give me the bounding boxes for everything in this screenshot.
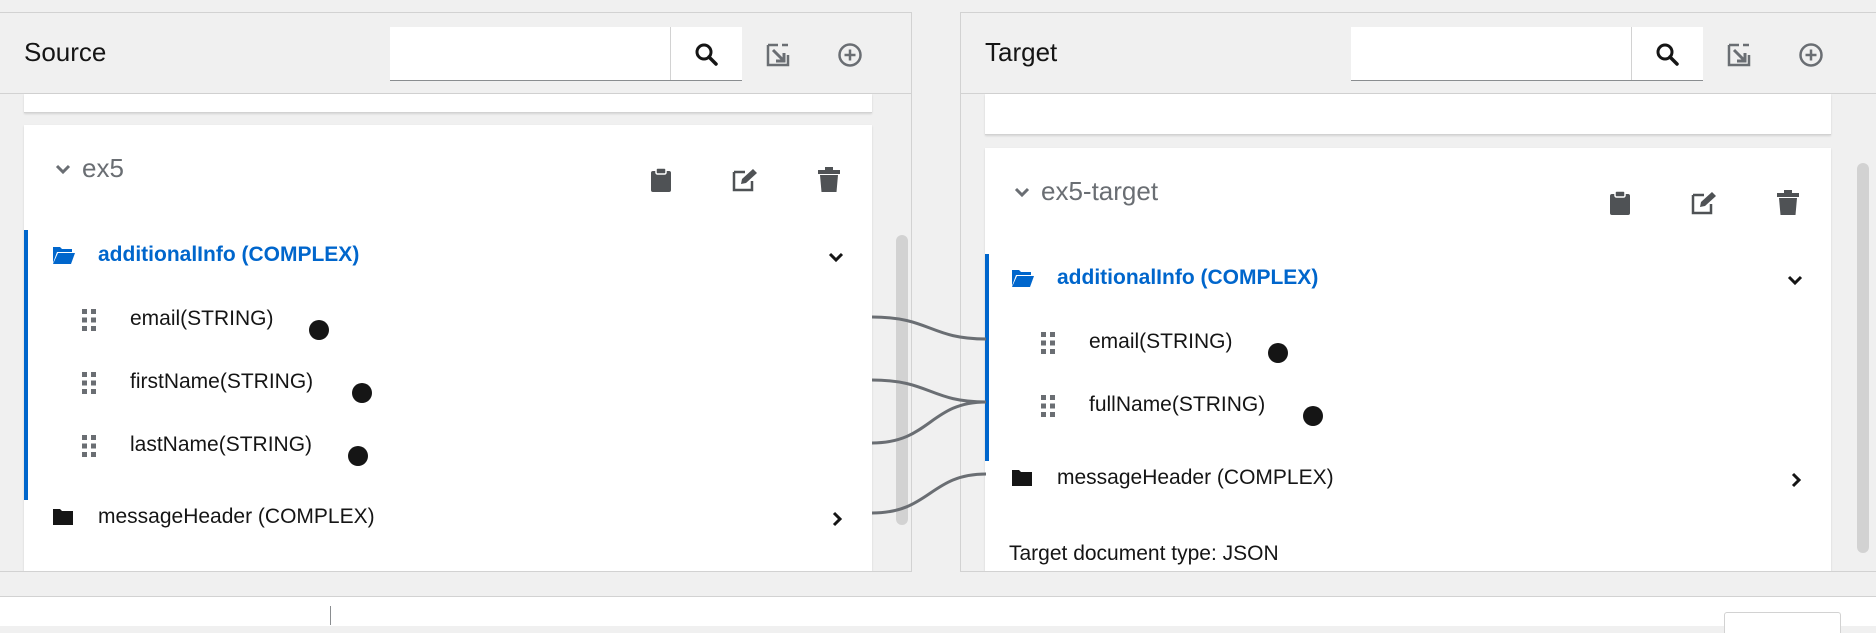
target-panel: Target ex5-target additionalInfo (COMPLE… xyxy=(960,12,1876,572)
clipboard-icon xyxy=(651,167,671,192)
source-field-label: email(STRING) xyxy=(130,307,274,330)
source-message-header-label: messageHeader (COMPLEX) xyxy=(98,505,375,528)
target-field-connector[interactable] xyxy=(1303,406,1323,426)
target-tree-root[interactable]: additionalInfo (COMPLEX) xyxy=(1011,266,1318,290)
folder-icon xyxy=(53,509,73,525)
target-scrollbar[interactable] xyxy=(1857,163,1869,553)
search-icon xyxy=(695,43,718,66)
source-field-connector[interactable] xyxy=(348,446,368,466)
folder-open-icon xyxy=(53,247,75,264)
source-tree-root[interactable]: additionalInfo (COMPLEX) xyxy=(52,243,359,267)
bottom-toolbar xyxy=(0,596,1876,626)
folder-icon xyxy=(1012,470,1032,486)
chevron-down-icon xyxy=(55,164,71,174)
target-document-card: ex5-target additionalInfo (COMPLEX) emai… xyxy=(985,148,1831,571)
grip-icon xyxy=(1041,395,1055,417)
source-field-connector[interactable] xyxy=(352,383,372,403)
target-active-indicator xyxy=(985,254,989,461)
source-tree-root-label: additionalInfo (COMPLEX) xyxy=(98,243,360,266)
source-previous-document xyxy=(24,94,872,113)
source-delete-button[interactable] xyxy=(814,165,844,195)
import-icon xyxy=(766,43,790,67)
chevron-right-icon xyxy=(1791,472,1802,488)
target-field-label: email(STRING) xyxy=(1089,330,1233,353)
source-root-collapse-toggle[interactable] xyxy=(828,249,844,270)
source-clipboard-button[interactable] xyxy=(646,165,676,195)
target-previous-document xyxy=(985,94,1831,135)
target-document-type: Target document type: JSON xyxy=(1009,542,1279,565)
bottom-toolbar-button[interactable] xyxy=(1724,612,1841,633)
source-title: Source xyxy=(24,37,107,67)
target-search-input[interactable] xyxy=(1351,27,1631,80)
chevron-down-icon xyxy=(1014,187,1030,197)
source-document-name: ex5 xyxy=(82,153,124,183)
source-message-header-expand-toggle[interactable] xyxy=(830,511,844,532)
target-delete-button[interactable] xyxy=(1773,188,1803,218)
chevron-down-icon xyxy=(1787,275,1803,286)
target-header: Target xyxy=(961,13,1876,94)
source-panel: Source ex5 additionalInfo (COMPLEX) emai… xyxy=(0,12,912,572)
grip-icon xyxy=(82,435,96,457)
target-field-connector[interactable] xyxy=(1268,343,1288,363)
target-title: Target xyxy=(985,37,1058,67)
source-search-box xyxy=(390,27,742,81)
chevron-right-icon xyxy=(832,511,843,527)
source-edit-button[interactable] xyxy=(730,165,760,195)
target-message-header-label: messageHeader (COMPLEX) xyxy=(1057,466,1334,489)
edit-icon xyxy=(1691,192,1716,215)
chevron-down-icon xyxy=(828,252,844,263)
edit-icon xyxy=(732,169,757,192)
source-tree-message-header[interactable]: messageHeader (COMPLEX) xyxy=(52,505,375,529)
source-import-button[interactable] xyxy=(764,41,792,69)
folder-open-icon xyxy=(1012,270,1034,287)
target-clipboard-button[interactable] xyxy=(1605,188,1635,218)
trash-icon xyxy=(818,167,840,192)
source-field-connector[interactable] xyxy=(309,320,329,340)
target-document-header[interactable]: ex5-target xyxy=(1013,176,1158,207)
source-search-button[interactable] xyxy=(670,27,741,80)
target-message-header-expand-toggle[interactable] xyxy=(1789,472,1803,493)
grip-icon xyxy=(1041,332,1055,354)
target-search-box xyxy=(1351,27,1703,81)
grip-icon xyxy=(82,309,96,331)
target-tree-message-header[interactable]: messageHeader (COMPLEX) xyxy=(1011,466,1334,490)
source-header: Source xyxy=(0,13,911,94)
source-search-input[interactable] xyxy=(390,27,670,80)
search-icon xyxy=(1656,43,1679,66)
import-icon xyxy=(1727,43,1751,67)
target-search-button[interactable] xyxy=(1631,27,1702,80)
target-root-collapse-toggle[interactable] xyxy=(1787,272,1803,293)
target-add-button[interactable] xyxy=(1797,41,1825,69)
grip-icon xyxy=(82,372,96,394)
source-field-label: firstName(STRING) xyxy=(130,370,314,393)
trash-icon xyxy=(1777,190,1799,215)
source-document-header[interactable]: ex5 xyxy=(54,153,124,184)
clipboard-icon xyxy=(1610,190,1630,215)
source-add-button[interactable] xyxy=(836,41,864,69)
source-document-card: ex5 additionalInfo (COMPLEX) email(STRIN… xyxy=(24,125,872,571)
source-field-label: lastName(STRING) xyxy=(130,433,313,456)
target-tree-root-label: additionalInfo (COMPLEX) xyxy=(1057,266,1319,289)
source-active-indicator xyxy=(24,230,28,500)
target-document-name: ex5-target xyxy=(1041,176,1159,206)
target-field-label: fullName(STRING) xyxy=(1089,393,1266,416)
target-edit-button[interactable] xyxy=(1689,188,1719,218)
source-scrollbar[interactable] xyxy=(896,235,908,525)
plus-circle-icon xyxy=(838,43,862,67)
target-import-button[interactable] xyxy=(1725,41,1753,69)
plus-circle-icon xyxy=(1799,43,1823,67)
bottom-divider xyxy=(330,606,331,625)
